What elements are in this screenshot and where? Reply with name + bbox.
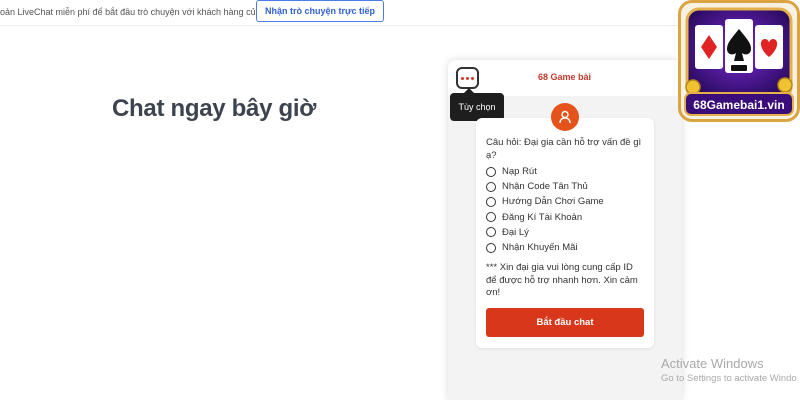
radio-icon[interactable] bbox=[486, 181, 496, 192]
ellipsis-icon[interactable] bbox=[456, 67, 479, 89]
message-card: Câu hỏi: Đại gia cần hỗ trợ vấn đề gì ạ?… bbox=[476, 118, 654, 348]
option-dai-ly[interactable]: Đại Lý bbox=[486, 225, 604, 240]
chat-title: 68 Game bài bbox=[538, 72, 592, 82]
chat-header: 68 Game bài bbox=[448, 60, 682, 96]
radio-icon[interactable] bbox=[486, 196, 496, 207]
tooltip-label: Tùy chọn bbox=[458, 102, 496, 112]
option-label: Nhận Khuyến Mãi bbox=[502, 242, 578, 254]
get-live-chat-button[interactable]: Nhận trò chuyện trực tiếp bbox=[256, 0, 384, 22]
option-label: Nạp Rút bbox=[502, 166, 537, 178]
option-label: Đại Lý bbox=[502, 226, 529, 238]
option-label: Đăng Kí Tài Khoản bbox=[502, 211, 583, 223]
start-chat-button[interactable]: Bắt đầu chat bbox=[486, 308, 644, 337]
option-label: Nhận Code Tân Thủ bbox=[502, 181, 588, 193]
logo-text: 68Gamebai1.vin bbox=[693, 98, 785, 112]
option-dang-ki[interactable]: Đăng Kí Tài Khoản bbox=[486, 210, 604, 225]
option-list: Nạp Rút Nhận Code Tân Thủ Hướng Dẫn Chơi… bbox=[486, 164, 604, 255]
radio-icon[interactable] bbox=[486, 212, 496, 223]
question-text: Câu hỏi: Đại gia cần hỗ trợ vấn đề gì ạ? bbox=[486, 137, 642, 161]
banner-text: oản LiveChat miễn phí để bắt đầu trò chu… bbox=[0, 7, 279, 17]
activate-windows-subtitle: Go to Settings to activate Windo bbox=[661, 373, 797, 384]
radio-icon[interactable] bbox=[486, 227, 496, 238]
option-label: Hướng Dẫn Chơi Game bbox=[502, 196, 604, 208]
radio-icon[interactable] bbox=[486, 166, 496, 177]
user-icon bbox=[551, 103, 579, 131]
option-nap-rut[interactable]: Nạp Rút bbox=[486, 164, 604, 179]
option-khuyen-mai[interactable]: Nhận Khuyến Mãi bbox=[486, 240, 604, 255]
activate-windows-title: Activate Windows bbox=[661, 356, 764, 371]
page-title: Chat ngay bây giờ bbox=[112, 95, 316, 122]
option-nhan-code[interactable]: Nhận Code Tân Thủ bbox=[486, 179, 604, 194]
option-huong-dan[interactable]: Hướng Dẫn Chơi Game bbox=[486, 194, 604, 209]
options-tooltip: Tùy chọn bbox=[450, 88, 504, 121]
radio-icon[interactable] bbox=[486, 242, 496, 253]
id-request-note: *** Xin đại gia vui lòng cung cấp ID để … bbox=[486, 262, 638, 298]
